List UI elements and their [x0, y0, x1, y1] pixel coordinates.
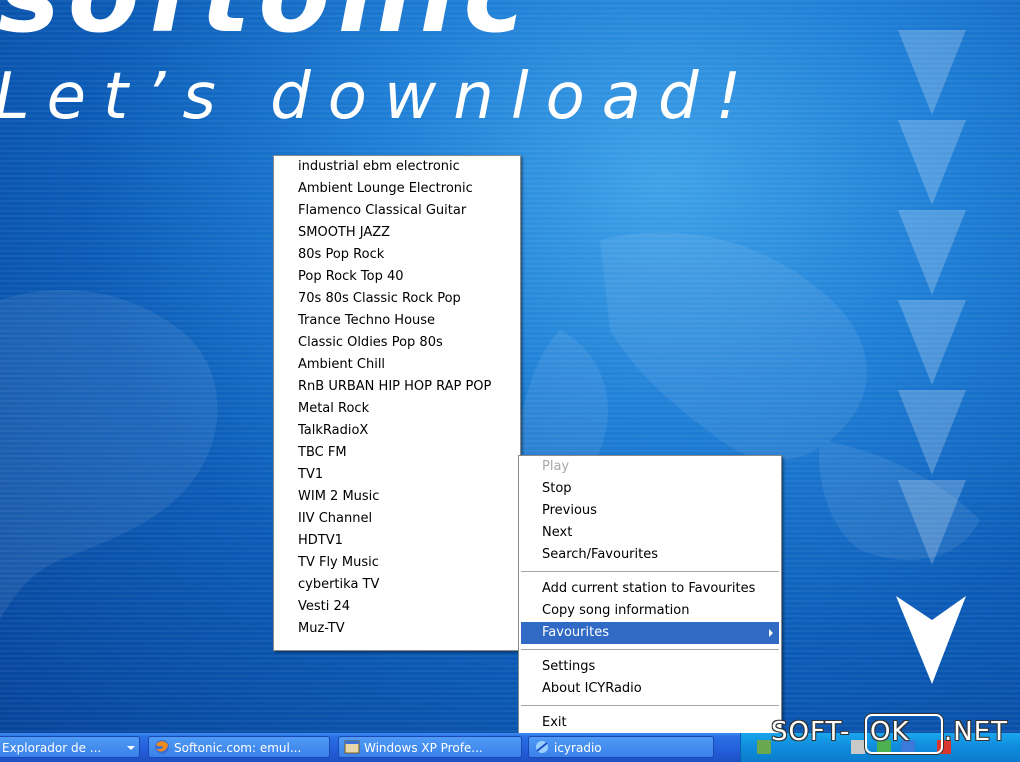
- taskbar-button-windows-xp[interactable]: Windows XP Profe...: [338, 736, 522, 758]
- taskbar-button-label: icyradio: [554, 741, 602, 755]
- favourite-station-item[interactable]: TBC FM: [274, 442, 520, 464]
- menu-separator: [521, 649, 779, 650]
- favourite-station-item[interactable]: TV1: [274, 464, 520, 486]
- favourite-station-item[interactable]: TV Fly Music: [274, 552, 520, 574]
- soft-ok-watermark: SOFT- OK .NET: [768, 712, 1020, 754]
- favourite-station-item[interactable]: cybertika TV: [274, 574, 520, 596]
- favourite-station-item[interactable]: Trance Techno House: [274, 310, 520, 332]
- submenu-arrow-icon: [769, 629, 773, 637]
- menu-item-search-favourites[interactable]: Search/Favourites: [519, 544, 781, 566]
- window-icon: [344, 740, 360, 754]
- watermark-text: SOFT-: [771, 717, 851, 747]
- favourite-station-item[interactable]: Metal Rock: [274, 398, 520, 420]
- favourite-station-item[interactable]: industrial ebm electronic: [274, 156, 520, 178]
- menu-item-favourites[interactable]: Favourites: [521, 622, 779, 644]
- taskbar-button-label: Explorador de ...: [2, 741, 102, 755]
- taskbar-button-label: Windows XP Profe...: [364, 741, 483, 755]
- favourite-station-item[interactable]: RnB URBAN HIP HOP RAP POP: [274, 376, 520, 398]
- menu-separator: [521, 705, 779, 706]
- menu-item-play: Play: [542, 459, 570, 474]
- menu-item-previous[interactable]: Previous: [519, 500, 781, 522]
- taskbar-button-explorer[interactable]: Explorador de ...: [0, 736, 140, 758]
- menu-item-copy-song-info[interactable]: Copy song information: [519, 600, 781, 622]
- taskbar-button-softonic[interactable]: Softonic.com: emul...: [148, 736, 330, 758]
- radio-icon: [536, 741, 548, 753]
- down-arrow-icon: [896, 596, 966, 684]
- favourite-station-item[interactable]: Ambient Chill: [274, 354, 520, 376]
- icyradio-context-menu: Play Stop Previous Next Search/Favourite…: [518, 455, 782, 740]
- favourite-station-item[interactable]: Ambient Lounge Electronic: [274, 178, 520, 200]
- taskbar-button-label: Softonic.com: emul...: [174, 741, 302, 755]
- favourite-station-item[interactable]: Classic Oldies Pop 80s: [274, 332, 520, 354]
- chevron-down-icon: [127, 746, 135, 750]
- firefox-icon: [155, 740, 169, 754]
- menu-item-add-to-favourites[interactable]: Add current station to Favourites: [519, 578, 781, 600]
- menu-item-favourites-label: Favourites: [542, 625, 609, 640]
- favourite-station-item[interactable]: SMOOTH JAZZ: [274, 222, 520, 244]
- favourite-station-item[interactable]: 70s 80s Classic Rock Pop: [274, 288, 520, 310]
- favourite-station-item[interactable]: IIV Channel: [274, 508, 520, 530]
- watermark-text: OK: [870, 717, 910, 747]
- menu-item-stop[interactable]: Stop: [519, 478, 781, 500]
- favourite-station-item[interactable]: TalkRadioX: [274, 420, 520, 442]
- favourite-station-item[interactable]: Pop Rock Top 40: [274, 266, 520, 288]
- favourite-station-item[interactable]: WIM 2 Music: [274, 486, 520, 508]
- menu-separator: [521, 571, 779, 572]
- menu-item-settings[interactable]: Settings: [519, 656, 781, 678]
- menu-item-exit[interactable]: Exit: [519, 712, 781, 734]
- favourite-station-item[interactable]: Vesti 24: [274, 596, 520, 618]
- favourite-station-item[interactable]: Flamenco Classical Guitar: [274, 200, 520, 222]
- menu-item-next[interactable]: Next: [519, 522, 781, 544]
- menu-item-about[interactable]: About ICYRadio: [519, 678, 781, 700]
- taskbar-button-icyradio[interactable]: icyradio: [528, 736, 714, 758]
- watermark-text: .NET: [944, 717, 1009, 747]
- favourite-station-item[interactable]: 80s Pop Rock: [274, 244, 520, 266]
- favourite-station-item[interactable]: HDTV1: [274, 530, 520, 552]
- favourites-submenu: industrial ebm electronic Ambient Lounge…: [273, 155, 521, 651]
- favourite-station-item[interactable]: Muz-TV: [274, 618, 520, 640]
